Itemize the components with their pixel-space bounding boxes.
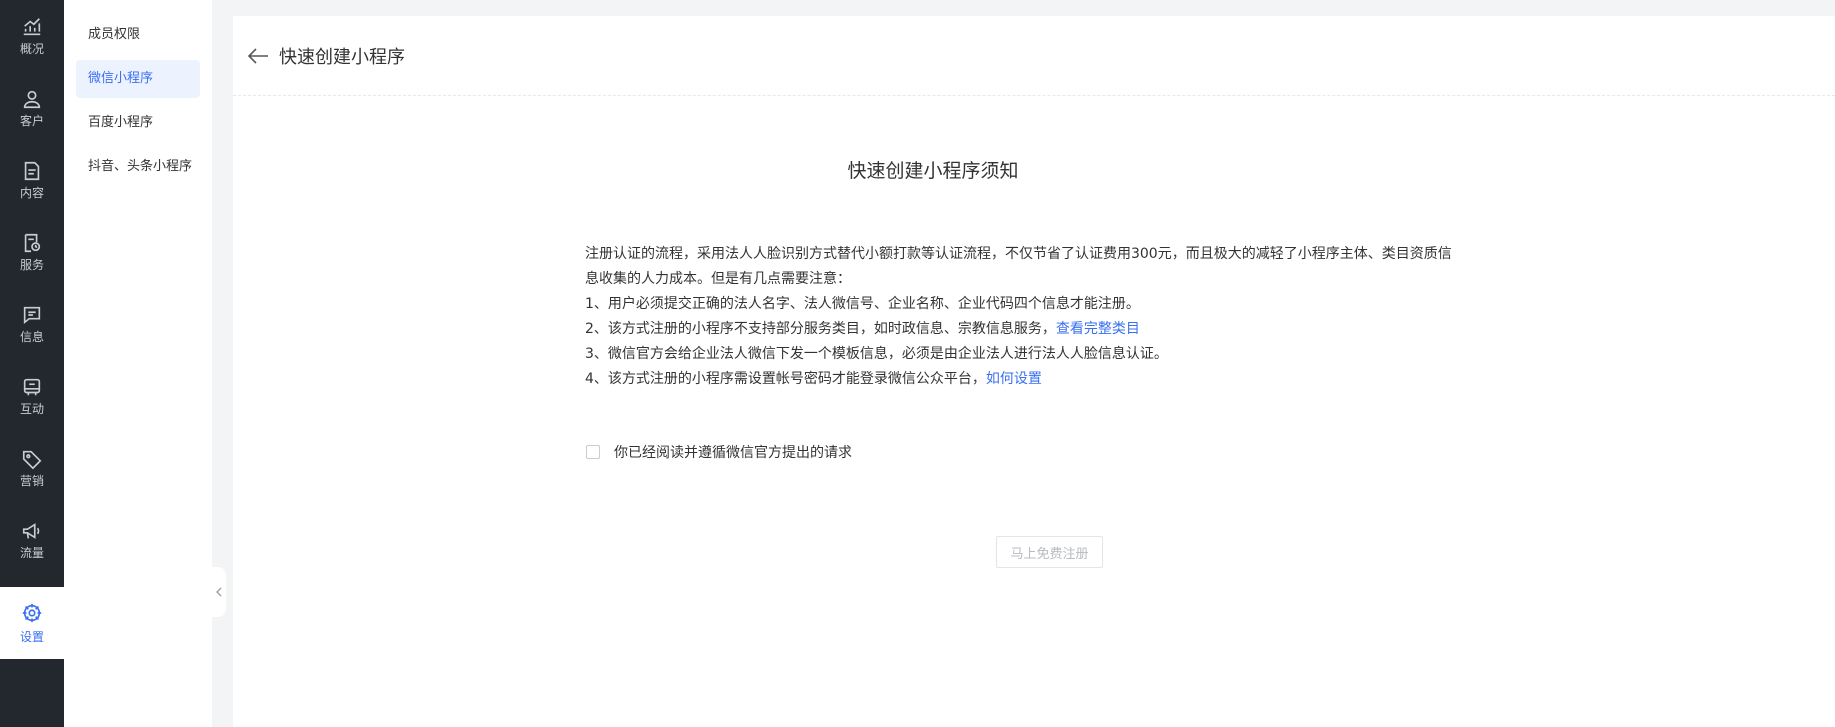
settings-icon <box>22 603 42 622</box>
trend-chart-icon <box>23 18 41 36</box>
rail-item-label: 设置 <box>19 629 44 644</box>
main-panel: 快速创建小程序 快速创建小程序须知 注册认证的流程，采用法人人脸识别方式替代小额… <box>233 16 1835 727</box>
page-header: 快速创建小程序 <box>233 16 1835 96</box>
user-icon <box>23 90 41 109</box>
agreement-checkbox[interactable] <box>586 445 600 459</box>
rail-item-content[interactable]: 内容 <box>0 144 64 216</box>
tag-icon <box>22 450 42 470</box>
register-button[interactable]: 马上免费注册 <box>996 536 1103 568</box>
view-full-categories-link[interactable]: 查看完整类目 <box>1056 321 1140 337</box>
rail-item-service[interactable]: 服务 <box>0 216 64 288</box>
notice-paragraph-line2: 息收集的人力成本。但是有几点需要注意： <box>585 271 851 287</box>
rail-item-marketing[interactable]: 营销 <box>0 432 64 504</box>
rail-item-settings[interactable]: 设置 <box>0 587 64 659</box>
rail-item-label: 流量 <box>19 546 44 560</box>
rail-item-overview[interactable]: 概况 <box>0 0 64 72</box>
interact-icon <box>23 378 41 396</box>
rail-item-label: 营销 <box>19 474 44 488</box>
notice-item-4: 4、该方式注册的小程序需设置帐号密码才能登录微信公众平台，如何设置 <box>585 367 1535 392</box>
rail-item-label: 客户 <box>19 114 44 128</box>
message-icon <box>23 306 41 325</box>
agreement-row: 你已经阅读并遵循微信官方提出的请求 <box>586 442 852 462</box>
rail-item-label: 服务 <box>19 258 44 272</box>
how-to-set-link[interactable]: 如何设置 <box>986 371 1042 387</box>
notice-item-1: 1、用户必须提交正确的法人名字、法人微信号、企业名称、企业代码四个信息才能注册。 <box>585 296 1140 312</box>
rail-item-customer[interactable]: 客户 <box>0 72 64 144</box>
subnav-item-wechat-miniprogram[interactable]: 微信小程序 <box>76 60 200 98</box>
megaphone-icon <box>22 523 40 539</box>
rail-item-message[interactable]: 信息 <box>0 288 64 360</box>
chevron-left-icon <box>216 587 222 597</box>
subnav-item-douyin-miniprogram[interactable]: 抖音、头条小程序 <box>76 148 200 186</box>
page-title: 快速创建小程序 <box>279 46 405 68</box>
rail-item-label: 概况 <box>19 42 44 56</box>
notice-item-3: 3、微信官方会给企业法人微信下发一个模板信息，必须是由企业法人进行法人人脸信息认… <box>585 346 1168 362</box>
notice-item-2: 2、该方式注册的小程序不支持部分服务类目，如时政信息、宗教信息服务，查看完整类目 <box>585 317 1535 342</box>
secondary-sidebar: 成员权限 微信小程序 百度小程序 抖音、头条小程序 <box>64 0 212 727</box>
rail-item-traffic[interactable]: 流量 <box>0 504 64 576</box>
notice-paragraph-line1: 注册认证的流程，采用法人人脸识别方式替代小额打款等认证流程，不仅节省了认证费用3… <box>585 246 1452 262</box>
document-icon <box>24 161 40 181</box>
notice-body: 注册认证的流程，采用法人人脸识别方式替代小额打款等认证流程，不仅节省了认证费用3… <box>585 242 1535 392</box>
notice-item-4-text: 4、该方式注册的小程序需设置帐号密码才能登录微信公众平台， <box>585 371 986 387</box>
subnav-item-baidu-miniprogram[interactable]: 百度小程序 <box>76 104 200 142</box>
back-button[interactable] <box>247 44 271 68</box>
service-icon <box>24 233 41 253</box>
rail-bottom-panel <box>0 659 64 727</box>
sidebar-collapse-toggle[interactable] <box>212 567 226 617</box>
arrow-left-icon <box>247 47 268 64</box>
rail-item-label: 互动 <box>19 402 44 416</box>
rail-item-label: 信息 <box>19 330 44 344</box>
subnav-item-member-permissions[interactable]: 成员权限 <box>76 16 200 54</box>
rail-dark-panel: 概况 客户 内容 服务 信息 互动 营销 流量 <box>0 0 64 587</box>
rail-item-label: 内容 <box>19 186 44 200</box>
notice-title: 快速创建小程序须知 <box>847 160 1019 182</box>
rail-item-interact[interactable]: 互动 <box>0 360 64 432</box>
notice-item-2-text: 2、该方式注册的小程序不支持部分服务类目，如时政信息、宗教信息服务， <box>585 321 1056 337</box>
app-root: 概况 客户 内容 服务 信息 互动 营销 流量 设置 成员权限 微信小程序 百度… <box>0 0 1835 727</box>
primary-rail: 概况 客户 内容 服务 信息 互动 营销 流量 设置 <box>0 0 64 727</box>
agreement-label: 你已经阅读并遵循微信官方提出的请求 <box>614 445 852 461</box>
